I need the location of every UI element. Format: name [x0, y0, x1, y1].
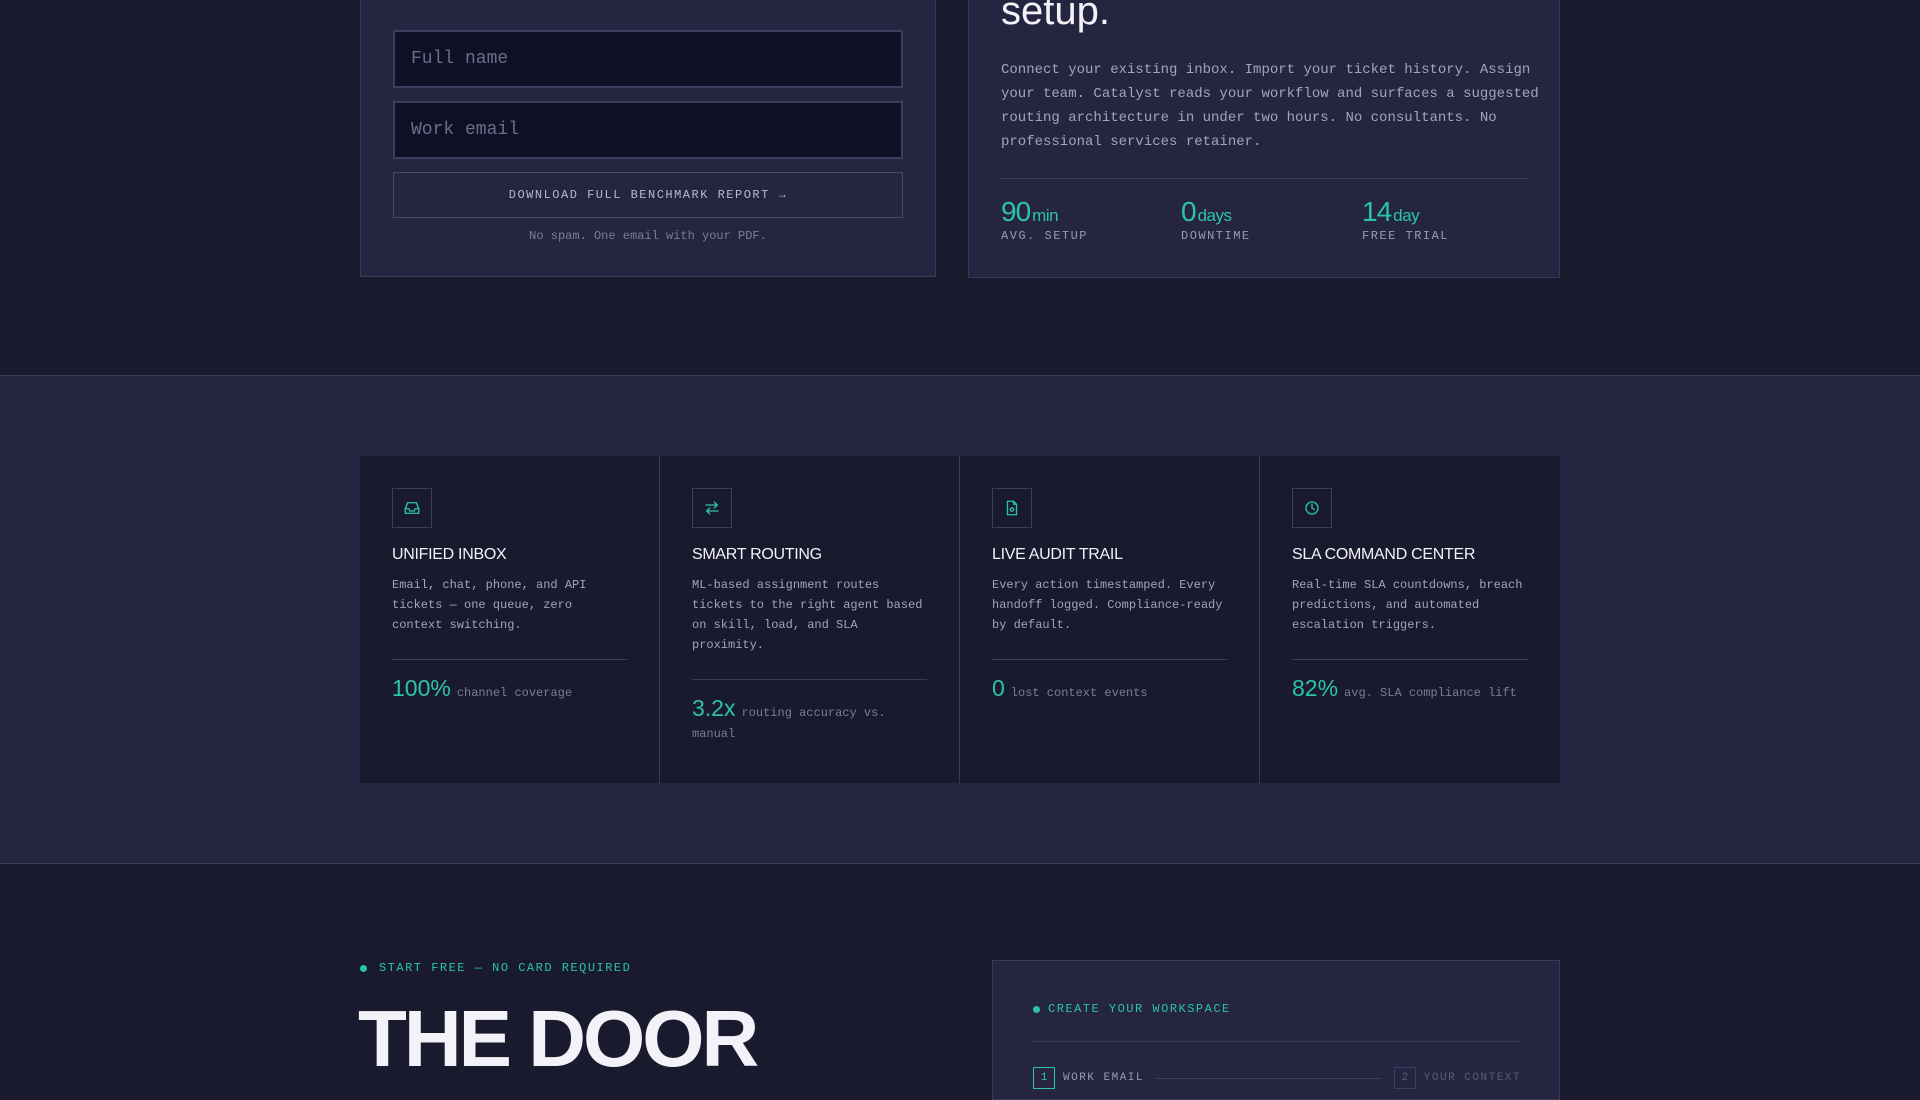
- feature-metric: 100% channel coverage: [392, 675, 627, 703]
- workspace-eyebrow: CREATE YOUR WORKSPACE: [1033, 1002, 1231, 1016]
- feature-metric: 0 lost context events: [992, 675, 1227, 703]
- features-grid: UNIFIED INBOX Email, chat, phone, and AP…: [360, 456, 1560, 783]
- setup-description: Connect your existing inbox. Import your…: [1001, 62, 1539, 150]
- stat-avg-setup: 90 min AVG. SETUP: [1001, 196, 1088, 243]
- benchmark-form-card: DOWNLOAD FULL BENCHMARK REPORT → No spam…: [360, 0, 936, 277]
- document-icon: [992, 488, 1032, 528]
- features-section: UNIFIED INBOX Email, chat, phone, and AP…: [0, 375, 1920, 864]
- step-number-2[interactable]: 2: [1393, 1067, 1416, 1089]
- feature-title: UNIFIED INBOX: [392, 546, 507, 563]
- feature-live-audit-trail: LIVE AUDIT TRAIL Every action timestampe…: [960, 456, 1260, 783]
- feature-unified-inbox: UNIFIED INBOX Email, chat, phone, and AP…: [360, 456, 660, 783]
- divider: [1292, 659, 1528, 660]
- metric-label: avg. SLA compliance lift: [1344, 686, 1517, 700]
- feature-title: SMART ROUTING: [692, 546, 822, 563]
- stat-value: 90: [1001, 196, 1031, 227]
- stat-value: 14: [1362, 196, 1392, 227]
- inbox-icon: [392, 488, 432, 528]
- feature-title: SLA COMMAND CENTER: [1292, 546, 1476, 563]
- stat-unit: min: [1032, 206, 1059, 225]
- workspace-steps: 1 WORK EMAIL 2 YOUR CONTEXT: [1033, 1067, 1521, 1089]
- divider: [1033, 1041, 1521, 1042]
- feature-metric: 82% avg. SLA compliance lift: [1292, 675, 1528, 703]
- workspace-card: CREATE YOUR WORKSPACE 1 WORK EMAIL 2 YOU…: [992, 960, 1560, 1100]
- metric-value: 3.2x: [692, 695, 736, 721]
- divider: [392, 659, 627, 660]
- form-note: No spam. One email with your PDF.: [529, 229, 767, 243]
- work-email-input[interactable]: [393, 101, 903, 159]
- stat-value: 0: [1181, 196, 1197, 227]
- hero-headline: THE DOOR: [358, 994, 759, 1083]
- metric-label: lost context events: [1010, 686, 1148, 700]
- status-dot-icon: [360, 964, 367, 972]
- download-report-button[interactable]: DOWNLOAD FULL BENCHMARK REPORT →: [393, 172, 903, 218]
- feature-description: Email, chat, phone, and API tickets — on…: [392, 578, 587, 632]
- clock-icon: [1292, 488, 1332, 528]
- divider: [992, 659, 1227, 660]
- metric-label: channel coverage: [456, 686, 573, 700]
- step-label-work-email: WORK EMAIL: [1063, 1072, 1145, 1084]
- feature-description: ML-based assignment routes tickets to th…: [692, 578, 923, 652]
- feature-sla-command-center: SLA COMMAND CENTER Real-time SLA countdo…: [1260, 456, 1560, 783]
- stat-unit: days: [1197, 206, 1232, 225]
- feature-metric: 3.2x routing accuracy vs. manual: [692, 695, 927, 744]
- feature-title: LIVE AUDIT TRAIL: [992, 546, 1123, 563]
- status-dot-icon: [1033, 1005, 1040, 1013]
- arrows-swap-icon: [692, 488, 732, 528]
- step-label-your-context: YOUR CONTEXT: [1423, 1072, 1521, 1084]
- stat-free-trial: 14 day FREE TRIAL: [1362, 196, 1449, 243]
- divider: [692, 679, 927, 680]
- stat-downtime: 0 days DOWNTIME: [1181, 196, 1251, 243]
- stat-label: DOWNTIME: [1181, 229, 1251, 243]
- setup-title: setup.: [1001, 0, 1110, 33]
- feature-description: Real-time SLA countdowns, breach predict…: [1292, 578, 1523, 632]
- metric-value: 82%: [1292, 675, 1339, 701]
- cta-eyebrow: START FREE — NO CARD REQUIRED: [360, 961, 631, 975]
- workspace-eyebrow-text: CREATE YOUR WORKSPACE: [1048, 1002, 1231, 1016]
- stat-label: AVG. SETUP: [1001, 229, 1089, 243]
- metric-value: 0: [992, 675, 1005, 701]
- stat-unit: day: [1393, 206, 1420, 225]
- divider: [1001, 178, 1529, 179]
- full-name-input[interactable]: [393, 30, 903, 88]
- feature-smart-routing: SMART ROUTING ML-based assignment routes…: [660, 456, 960, 783]
- top-section: DOWNLOAD FULL BENCHMARK REPORT → No spam…: [0, 0, 1920, 375]
- metric-value: 100%: [392, 675, 451, 701]
- step-number-1[interactable]: 1: [1033, 1067, 1055, 1089]
- step-connector: [1156, 1077, 1382, 1079]
- stat-label: FREE TRIAL: [1362, 229, 1450, 243]
- setup-card: setup. Connect your existing inbox. Impo…: [968, 0, 1560, 278]
- cta-eyebrow-text: START FREE — NO CARD REQUIRED: [379, 961, 632, 975]
- feature-description: Every action timestamped. Every handoff …: [992, 578, 1223, 632]
